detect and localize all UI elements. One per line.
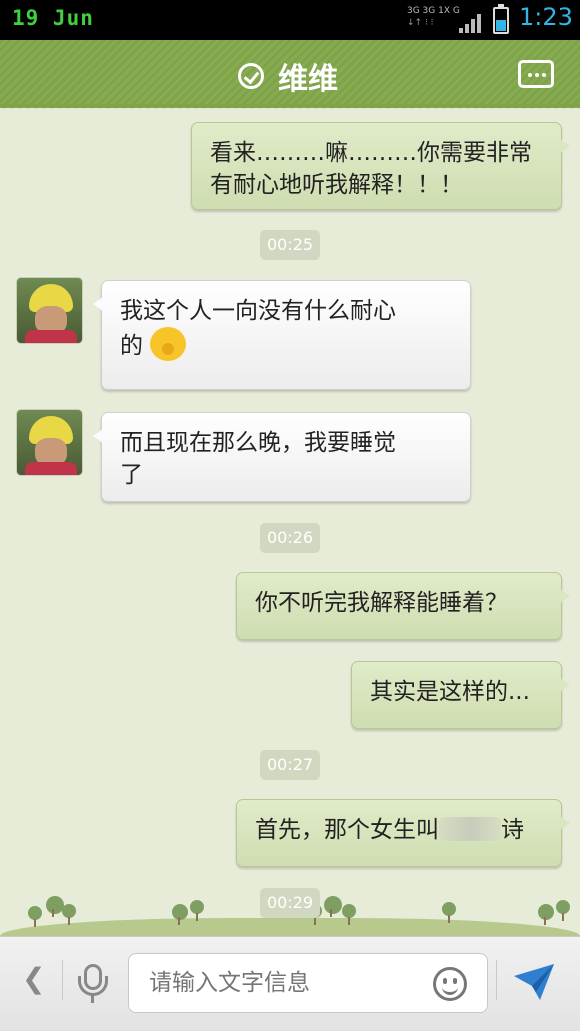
message-line: 你不听完我解释能睡着？ xyxy=(255,590,508,616)
message-bubble-outgoing[interactable]: 看来………嘛………你需要非常 有耐心地听我解释！！！ xyxy=(191,122,570,210)
message-bubble-outgoing[interactable]: 你不听完我解释能睡着？ xyxy=(236,572,570,640)
message-text: 首先，那个女生叫 xyxy=(255,817,439,843)
network-icons: 3G 3G 1X G ↓↑ ⁝ ⁝ xyxy=(407,6,487,34)
message-line: 而且现在那么晚，我要睡觉 xyxy=(120,430,396,456)
message-line: 的 xyxy=(120,333,143,359)
tree-decoration xyxy=(28,906,42,927)
tree-decoration xyxy=(172,904,188,925)
timestamp-badge: 00:29 xyxy=(260,888,320,918)
tree-decoration xyxy=(324,896,342,917)
message-bubble-outgoing[interactable]: 其实是这样的... xyxy=(351,661,570,729)
contact-avatar[interactable] xyxy=(16,409,83,476)
tree-decoration xyxy=(342,904,356,925)
redacted-blur xyxy=(439,817,501,841)
message-line: 了 xyxy=(120,462,143,488)
message-line: 看来………嘛………你需要非常 xyxy=(210,140,532,166)
battery-icon xyxy=(493,4,509,34)
status-time: 1:23 xyxy=(519,3,573,31)
tree-decoration xyxy=(442,902,456,923)
status-bar: 19 Jun 3G 3G 1X G ↓↑ ⁝ ⁝ 1:23 xyxy=(0,0,580,40)
contact-avatar[interactable] xyxy=(16,277,83,344)
tree-decoration xyxy=(538,904,554,925)
chat-title: 维维 xyxy=(278,62,338,97)
emoji-picker-icon[interactable] xyxy=(433,967,467,1001)
grass-decoration xyxy=(0,918,580,936)
timestamp-badge: 00:26 xyxy=(260,523,320,553)
divider xyxy=(496,960,497,1000)
tree-decoration xyxy=(556,900,570,921)
network-type-label: 3G 3G 1X G xyxy=(407,6,460,16)
message-line: 有耐心地听我解释！！！ xyxy=(210,172,463,198)
message-text: 诗 xyxy=(501,817,524,843)
verified-check-icon xyxy=(238,63,264,89)
signal-arrows-icon: ↓↑ ⁝ ⁝ xyxy=(407,18,434,28)
status-date: 19 Jun xyxy=(12,6,94,30)
message-bubble-outgoing[interactable]: 首先，那个女生叫 诗 xyxy=(236,799,570,867)
chat-menu-icon[interactable] xyxy=(518,60,554,88)
message-bubble-incoming[interactable]: 我这个人一向没有什么耐心 的 xyxy=(93,280,471,390)
tree-decoration xyxy=(190,900,204,921)
send-icon[interactable] xyxy=(512,962,556,1002)
divider xyxy=(62,960,63,1000)
message-bubble-incoming[interactable]: 而且现在那么晚，我要睡觉 了 xyxy=(93,412,471,502)
timestamp-badge: 00:27 xyxy=(260,750,320,780)
tree-decoration xyxy=(62,904,76,925)
message-line: 其实是这样的... xyxy=(370,679,530,705)
timestamp-badge: 00:25 xyxy=(260,230,320,260)
chevron-left-icon[interactable]: ❮ xyxy=(22,962,45,995)
header-scalloped-edge xyxy=(0,104,580,112)
message-line: 我这个人一向没有什么耐心 xyxy=(120,298,396,324)
grin-emoji-icon xyxy=(150,327,187,361)
